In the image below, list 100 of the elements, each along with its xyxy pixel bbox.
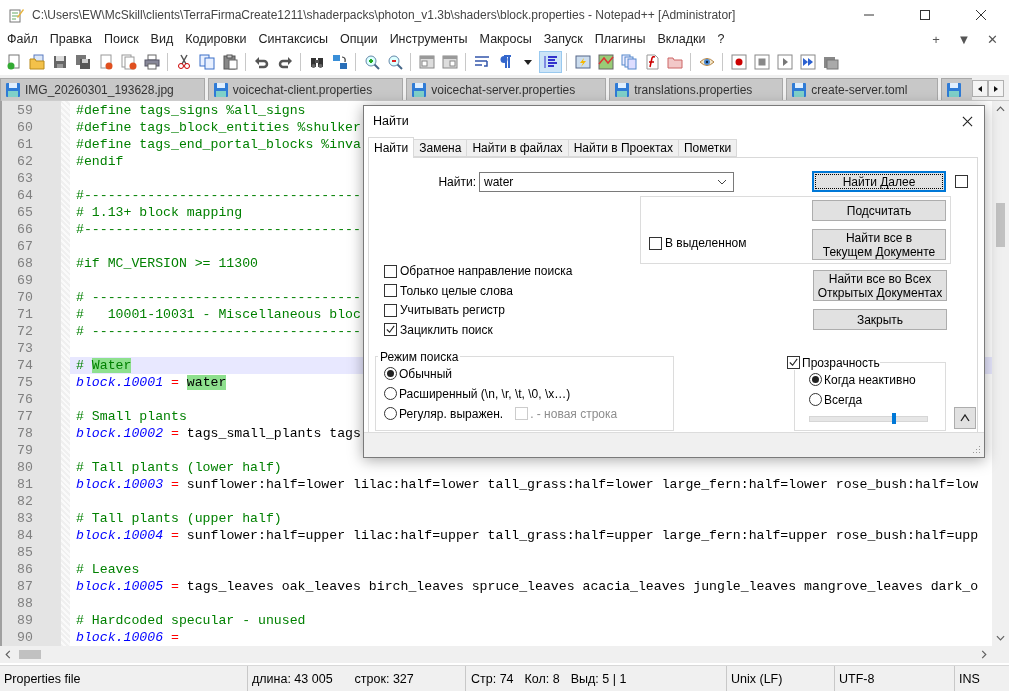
- checkbox[interactable]: [384, 264, 397, 278]
- close-dialog-button[interactable]: Закрыть: [813, 309, 947, 330]
- close-icon[interactable]: [961, 115, 973, 127]
- radio-label: Обычный: [399, 366, 453, 381]
- status-text: UTF-8: [839, 671, 875, 686]
- triangle-right-icon[interactable]: [992, 84, 1000, 93]
- window-title: C:\Users\EW\McSkill\clients\TerraFirmaCreate1211\shaderpacks\photon_v1.3b\shaders\block.properties - Notepad++ [Administrator]: [32, 8, 737, 22]
- menu-item[interactable]: Правка: [43, 32, 98, 46]
- radio-button[interactable]: [384, 387, 397, 400]
- line-number: 79: [17, 442, 33, 459]
- line-number: 81: [17, 476, 33, 493]
- line-number: 86: [17, 561, 33, 578]
- line-number: 85: [17, 544, 33, 561]
- line-number: 65: [17, 204, 33, 221]
- line-number: 69: [17, 272, 33, 289]
- line-number: 77: [17, 408, 33, 425]
- close-icon[interactable]: [975, 9, 987, 21]
- menu-item[interactable]: Плагины: [588, 32, 652, 46]
- triangle-left-icon[interactable]: [976, 84, 984, 93]
- collapse-button[interactable]: [954, 406, 976, 429]
- notepad-icon: [8, 7, 24, 23]
- chevron-right-icon[interactable]: [981, 650, 987, 659]
- file-tab[interactable]: voicechat-client.properties: [207, 78, 404, 100]
- dialog-tab[interactable]: Замена: [414, 139, 468, 157]
- menu-item[interactable]: Файл: [1, 32, 44, 46]
- line-number: 83: [17, 510, 33, 527]
- radio-button[interactable]: [809, 373, 822, 386]
- menu-item[interactable]: Опции: [334, 32, 384, 46]
- maximize-icon[interactable]: [919, 9, 931, 21]
- chevron-left-icon[interactable]: [5, 650, 11, 659]
- chevron-up-icon[interactable]: [960, 413, 970, 422]
- checkbox[interactable]: [384, 303, 397, 317]
- dialog-tab[interactable]: Пометки: [679, 139, 738, 157]
- line-number: 76: [17, 391, 33, 408]
- slider-thumb[interactable]: [892, 412, 897, 424]
- line-number: 63: [17, 170, 33, 187]
- line-number: 59: [17, 102, 33, 119]
- horizontal-scrollbar[interactable]: [0, 646, 992, 663]
- checkbox[interactable]: [384, 323, 397, 336]
- line-number: 64: [17, 187, 33, 204]
- status-text: Кол: 8: [524, 671, 560, 686]
- dialog-tab[interactable]: Найти: [368, 137, 415, 158]
- resize-grip-icon[interactable]: [971, 444, 981, 454]
- file-tab[interactable]: voicechat-server.properties: [406, 78, 607, 100]
- tab-scroll-right-button[interactable]: [988, 80, 1004, 97]
- find-all-button[interactable]: Найти все во Всех Открытых Документах: [813, 270, 947, 301]
- find-field[interactable]: water: [479, 171, 734, 192]
- find-all-button[interactable]: Найти все в Текущем Документе: [812, 229, 946, 260]
- count-button[interactable]: Подсчитать: [812, 200, 946, 221]
- radio-label: Когда неактивно: [824, 372, 916, 387]
- line-number: 68: [17, 255, 33, 272]
- indent-guide-icon[interactable]: [539, 50, 562, 73]
- checkbox-label: . - новая строка: [530, 406, 618, 421]
- code-line: #-----------------------------------: [76, 221, 361, 238]
- chevron-down-icon[interactable]: [996, 635, 1005, 641]
- vertical-scrollbar[interactable]: [992, 101, 1009, 646]
- dialog-tab[interactable]: Найти в файлах: [467, 139, 569, 157]
- checkbox[interactable]: [649, 236, 662, 250]
- checkbox-label: Только целые слова: [400, 283, 513, 298]
- menu-item[interactable]: Кодировки: [179, 32, 253, 46]
- menu-item[interactable]: ?: [711, 32, 731, 46]
- menu-item[interactable]: Макросы: [473, 32, 538, 46]
- menu-control[interactable]: ✕: [981, 31, 1003, 47]
- file-tab[interactable]: IMG_20260301_193628.jpg: [0, 78, 205, 100]
- checkbox[interactable]: [955, 175, 968, 188]
- dialog-tab[interactable]: Найти в Проектах: [568, 139, 679, 157]
- status-text: Стр: 74: [471, 671, 514, 686]
- line-number: 74: [17, 357, 33, 374]
- line-number: 89: [17, 612, 33, 629]
- menu-item[interactable]: Запуск: [537, 32, 589, 46]
- code-line: #if MC_VERSION >= 11300: [76, 255, 259, 272]
- tab-scroll-left-button[interactable]: [972, 80, 988, 97]
- line-number: 60: [17, 119, 33, 136]
- menu-item[interactable]: Синтаксисы: [252, 32, 334, 46]
- radio-button[interactable]: [809, 393, 822, 406]
- transparency-slider[interactable]: [809, 415, 928, 422]
- menu-item[interactable]: Вкладки: [651, 32, 712, 46]
- radio-button[interactable]: [384, 407, 397, 420]
- code-line: block.10003 = sunflower:half=lower lilac:half=lower tall_grass:half=lower large_fern:half=lower rose_bush:half=low: [76, 476, 979, 493]
- radio-button[interactable]: [384, 367, 397, 380]
- find-next-button[interactable]: Найти Далее: [812, 171, 946, 192]
- code-line: # ----------------------------------: [76, 323, 361, 340]
- radio-label: Всегда: [824, 392, 863, 407]
- checkbox[interactable]: [787, 356, 800, 369]
- menu-item[interactable]: Вид: [144, 32, 180, 46]
- file-tab[interactable]: translations.properties: [609, 78, 784, 100]
- scrollbar-thumb[interactable]: [996, 203, 1005, 247]
- line-number: 90: [17, 629, 33, 646]
- scrollbar-thumb[interactable]: [19, 650, 41, 659]
- file-tab[interactable]: create-server.toml: [786, 78, 939, 100]
- menu-item[interactable]: Инструменты: [383, 32, 474, 46]
- code-line: # Small plants: [76, 408, 187, 425]
- menu-control[interactable]: +: [925, 31, 947, 47]
- menu-item[interactable]: Поиск: [97, 32, 145, 46]
- line-number: 66: [17, 221, 33, 238]
- line-number: 82: [17, 493, 33, 510]
- menu-control[interactable]: ▼: [953, 31, 975, 47]
- checkbox-label: Учитывать регистр: [400, 303, 506, 317]
- checkbox[interactable]: [384, 284, 397, 297]
- code-line: # Tall plants (upper half): [76, 510, 282, 527]
